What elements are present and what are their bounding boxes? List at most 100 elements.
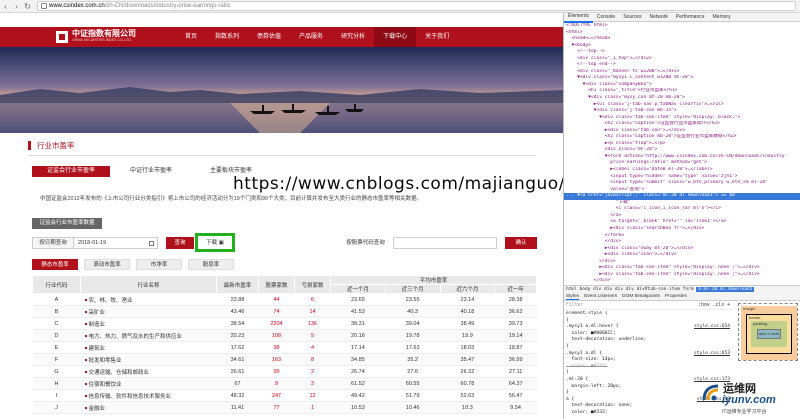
industry-tab-1[interactable]: 中证行业市盈率 — [112, 166, 190, 177]
industry-name-link[interactable]: 电力、热力、燃气及水的生产和供应业 — [89, 334, 183, 340]
css-rule-text[interactable]: color: ■#333; — [566, 410, 608, 415]
rar-icon: ▣ — [218, 240, 224, 246]
devtools-tab-1[interactable]: Console — [593, 13, 619, 22]
styles-filter[interactable]: Filter :hov .cls + — [564, 302, 734, 310]
css-rule-text[interactable]: text-decoration: underline; — [566, 337, 647, 342]
nav-item-1[interactable]: 指数系列 — [206, 27, 248, 47]
crumb-item[interactable]: html — [566, 287, 577, 292]
css-rule-text[interactable]: color: ■#0066CC; — [566, 331, 616, 336]
nav-item-0[interactable]: 首页 — [176, 27, 206, 47]
styles-tab-2[interactable]: DOM Breakpoints — [622, 293, 660, 300]
dom-breadcrumb: html body div div div div div#tab-con-it… — [564, 285, 800, 293]
industry-name-link[interactable]: 交通运输、仓储和邮政业 — [89, 370, 150, 376]
css-rule-text[interactable]: color: ■#333; — [566, 364, 608, 369]
nav-item-4[interactable]: 研究分析 — [332, 27, 374, 47]
table-cell: 23.55 — [385, 293, 441, 306]
styles-tab-3[interactable]: Properties — [665, 293, 687, 300]
table-cell[interactable]: 农、林、牧、渔业 — [80, 293, 217, 306]
industry-name-link[interactable]: 建筑业 — [89, 346, 106, 352]
css-rule-text[interactable]: margin-left: 20px; — [566, 384, 622, 389]
ratio-tab-0[interactable]: 静态市盈率 — [32, 259, 78, 270]
devtools-tab-0[interactable]: Elements — [564, 12, 593, 23]
industry-name-link[interactable]: 信息传输、软件和信息技术服务业 — [89, 394, 172, 400]
table-cell: 77 — [258, 401, 295, 414]
css-rule-text[interactable]: font-size: 14px; — [566, 357, 616, 362]
devtools-tabs: Elements Console Sources Network Performance… — [564, 12, 800, 23]
page-info-icon[interactable] — [41, 3, 47, 9]
crumb-item[interactable]: a.ml-20.dl.download1 — [696, 287, 755, 292]
devtools-tab-3[interactable]: Network — [646, 13, 672, 22]
css-rule-text[interactable]: } — [566, 370, 569, 375]
crumb-item[interactable]: form — [683, 287, 694, 292]
back-icon[interactable]: ‹ — [0, 1, 11, 12]
css-rule-text[interactable]: text-decoration: none; — [566, 403, 633, 408]
industry-tab-0[interactable]: 证监会行业市盈率 — [32, 166, 110, 177]
css-source-link[interactable]: style.css:654 — [694, 324, 730, 331]
crumb-item[interactable]: body — [580, 287, 591, 292]
dom-node[interactable]: <input type="submit" class="w_btn_primar… — [564, 180, 800, 187]
industry-name-link[interactable]: 采矿业 — [89, 310, 106, 316]
stock-code-input[interactable] — [393, 237, 497, 249]
industry-name-link[interactable]: 农、林、牧、渔业 — [89, 298, 133, 304]
table-cell[interactable]: 制造业 — [80, 317, 217, 330]
crumb-item[interactable]: div — [626, 287, 634, 292]
css-rule-text[interactable]: } — [566, 344, 569, 349]
table-cell[interactable]: 采矿业 — [80, 305, 217, 318]
crumb-item[interactable]: div — [615, 287, 623, 292]
date-input[interactable]: 2018-01-19 — [74, 237, 158, 249]
css-rule-text[interactable]: } — [566, 390, 569, 395]
ratio-tab-3[interactable]: 股息率 — [188, 259, 234, 270]
industry-name-link[interactable]: 住宿和餐饮业 — [89, 382, 122, 388]
ratio-tab-2[interactable]: 市净率 — [136, 259, 182, 270]
css-rule-text[interactable]: .mysy1 a.dl:hover { — [566, 324, 619, 329]
table-cell[interactable]: 金融业 — [80, 401, 217, 414]
css-rule-text[interactable]: } — [566, 318, 569, 323]
table-cell[interactable]: 交通运输、仓储和邮政业 — [80, 365, 217, 378]
date-label: 按日期查询 — [32, 237, 74, 249]
css-rule-text[interactable]: .mysy1 a.dl { — [566, 351, 602, 356]
table-cell[interactable]: 住宿和餐饮业 — [80, 377, 217, 390]
industry-name-link[interactable]: 批发和零售业 — [89, 358, 122, 364]
download-highlight: 下载 ▣ — [195, 233, 235, 252]
table-cell[interactable]: 信息传输、软件和信息技术服务业 — [80, 389, 217, 402]
iyunv-logo-sub: IT运维专业学习平台 — [722, 409, 767, 415]
styles-tab-1[interactable]: Event Listeners — [584, 293, 617, 300]
crumb-item[interactable]: div — [593, 287, 601, 292]
table-cell: 44 — [258, 293, 295, 306]
address-bar[interactable]: www.csindex.com.cn /zh-CN/downloads/indu… — [37, 1, 796, 11]
table-cell: 12 — [294, 389, 331, 402]
logo-text-en: CHINA SECURITIES INDEX CO.,LTD. — [72, 38, 132, 42]
crumb-item[interactable]: div — [604, 287, 612, 292]
industry-name-link[interactable]: 金融业 — [89, 406, 106, 412]
bullet-icon — [84, 395, 87, 398]
table-cell: 35.2 — [385, 353, 441, 366]
devtools-tab-2[interactable]: Sources — [619, 13, 645, 22]
reload-icon[interactable]: ↻ — [22, 1, 33, 12]
devtools-tab-5[interactable]: Memory — [709, 13, 735, 22]
query-button[interactable]: 查询 — [166, 237, 194, 249]
forward-icon[interactable]: › — [11, 1, 22, 12]
css-rule-text[interactable]: a { — [566, 397, 574, 402]
download-button[interactable]: 下载 ▣ — [201, 239, 229, 247]
css-rule-text[interactable]: .ml-20 { — [566, 377, 588, 382]
nav-item-3[interactable]: 产品服务 — [290, 27, 332, 47]
crumb-item[interactable]: div#tab-con-item — [637, 287, 680, 292]
ratio-tab-1[interactable]: 滚动市盈率 — [84, 259, 130, 270]
site-logo[interactable]: 中证指数有限公司 CHINA SECURITIES INDEX CO.,LTD. — [56, 30, 136, 43]
table-cell: 34.85 — [330, 353, 386, 366]
calendar-icon[interactable] — [149, 241, 154, 246]
devtools-tab-4[interactable]: Performance — [672, 13, 709, 22]
confirm-button[interactable]: 确认 — [505, 237, 537, 249]
industry-name-link[interactable]: 制造业 — [89, 322, 106, 328]
css-rule-line: element.style { — [566, 311, 734, 318]
table-cell[interactable]: 电力、热力、燃气及水的生产和供应业 — [80, 329, 217, 342]
nav-item-5[interactable]: 下载中心 — [374, 27, 417, 47]
css-source-link[interactable]: style.css:653 — [694, 351, 730, 358]
table-cell[interactable]: 批发和零售业 — [80, 353, 217, 366]
nav-item-2[interactable]: 债券估值 — [248, 27, 290, 47]
styles-filter-options[interactable]: :hov .cls + — [698, 302, 730, 310]
css-rule-text[interactable]: element.style { — [566, 311, 608, 316]
styles-tab-0[interactable]: Styles — [566, 293, 580, 300]
table-cell[interactable]: 建筑业 — [80, 341, 217, 354]
nav-item-6[interactable]: 关于我们 — [416, 27, 458, 47]
